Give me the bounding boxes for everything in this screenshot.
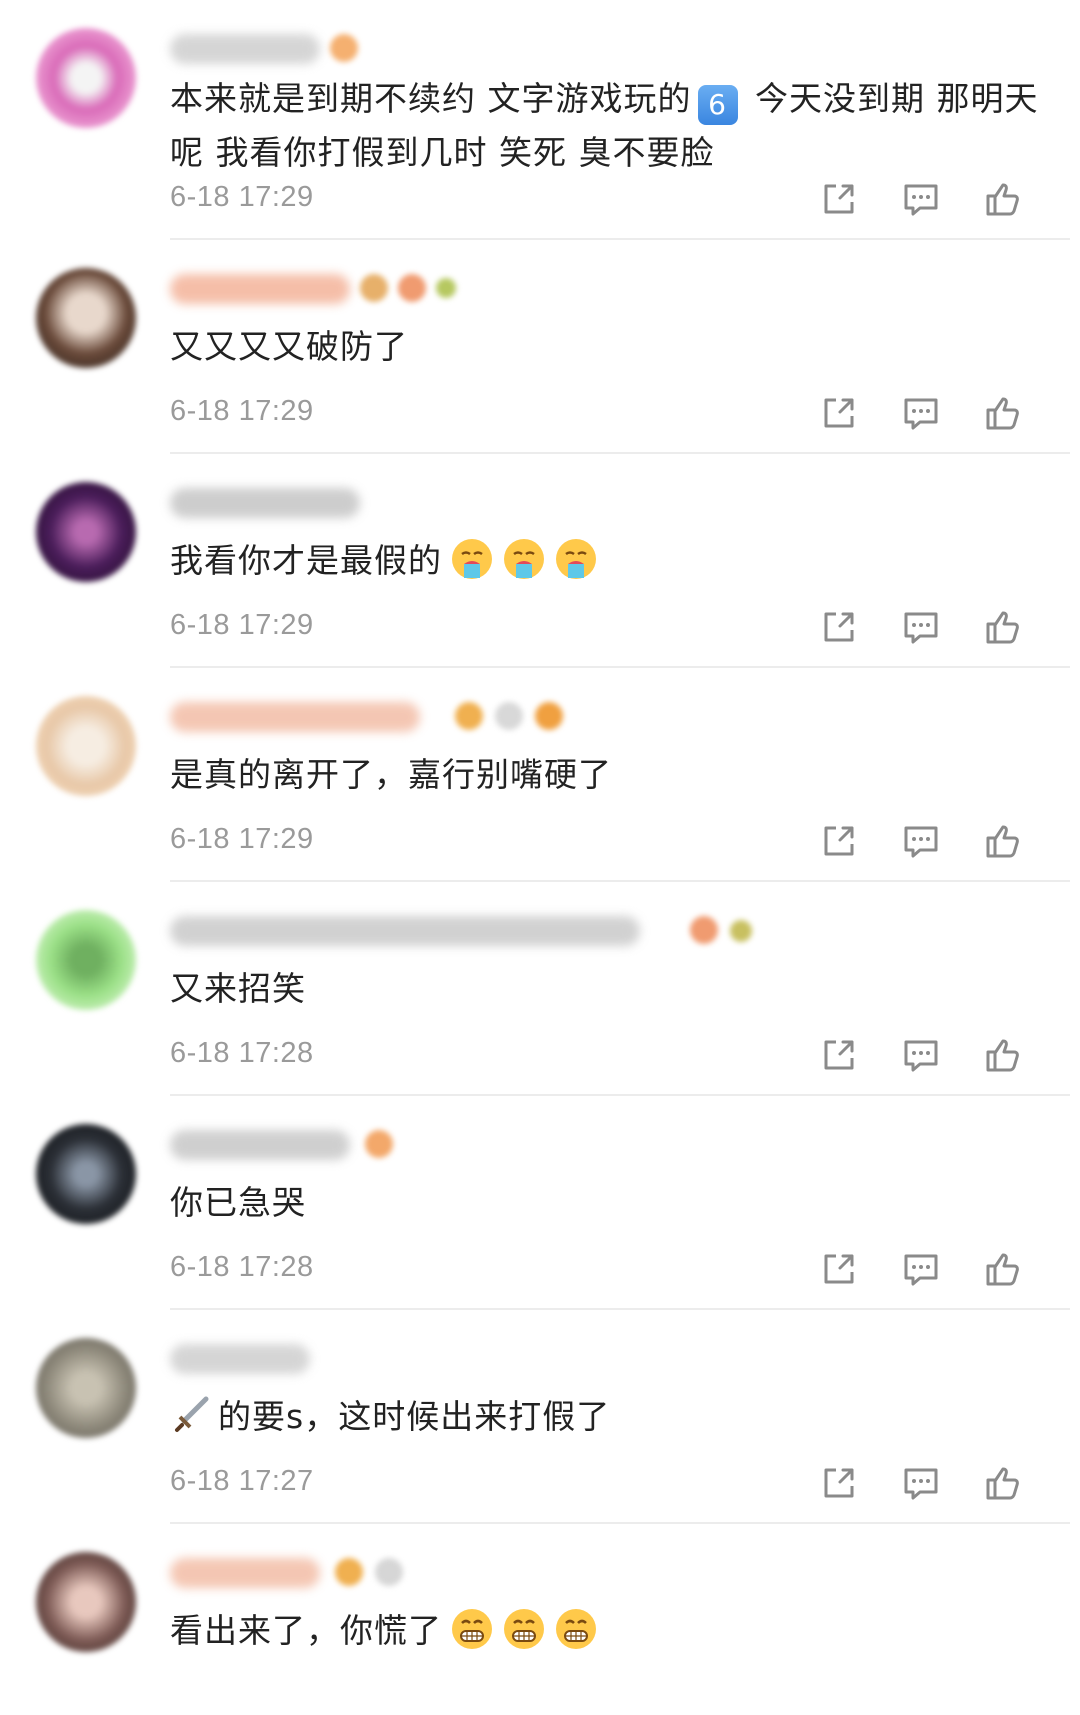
comment-icon[interactable] [900,1248,942,1290]
username-emoji [360,274,388,302]
comment-text: 我看你才是最假的 [170,534,1040,588]
like-icon[interactable] [982,820,1024,862]
comment-icon[interactable] [900,1462,942,1504]
like-icon[interactable] [982,1462,1024,1504]
username[interactable] [170,34,320,64]
comment-text: 的要s，这时候出来打假了 [170,1390,1040,1444]
comment-text: 本来就是到期不续约 文字游戏玩的 6 今天没到期 那明天呢 我看你打假到几时 笑死… [170,79,1039,172]
vomit-face-icon [556,539,596,579]
share-icon[interactable] [818,606,860,648]
avatar[interactable] [36,28,136,128]
comment-text: 是真的离开了，嘉行别嘴硬了 [170,755,612,794]
comment-actions [818,1034,1024,1076]
like-icon[interactable] [982,1248,1024,1290]
share-icon[interactable] [818,1034,860,1076]
username[interactable] [170,274,350,304]
avatar[interactable] [36,1552,136,1652]
comment-actions [818,606,1024,648]
avatar[interactable] [36,1124,136,1224]
avatar[interactable] [36,1338,136,1438]
comment-text: 又来招笑 [170,969,306,1008]
share-icon[interactable] [818,1248,860,1290]
like-icon[interactable] [982,178,1024,220]
comment-icon[interactable] [900,820,942,862]
comment-actions [818,1462,1024,1504]
comment-text: 看出来了，你慌了 [170,1604,1040,1658]
grin-face-icon [504,1609,544,1649]
grin-face-icon [556,1609,596,1649]
username[interactable] [170,916,640,946]
vomit-face-icon [504,539,544,579]
username-emoji [330,34,358,62]
comment-actions [818,1248,1024,1290]
comment-icon[interactable] [900,178,942,220]
avatar[interactable] [36,482,136,582]
comment-time: 6-18 17:28 [170,1251,314,1283]
username[interactable] [170,488,360,518]
username-emoji [495,702,523,730]
comment-time: 6-18 17:28 [170,1037,314,1069]
comment-item: 是真的离开了，嘉行别嘴硬了 6-18 17:29 [0,668,1080,882]
comment-item: 你已急哭 6-18 17:28 [0,1096,1080,1310]
comment-time: 6-18 17:29 [170,609,314,641]
share-icon[interactable] [818,1462,860,1504]
sword-icon [175,1396,209,1432]
comment-item: 又来招笑 6-18 17:28 [0,882,1080,1096]
username-emoji [535,702,563,730]
comment-item: 我看你才是最假的 6-18 17:29 [0,454,1080,668]
username-emoji [455,702,483,730]
like-icon[interactable] [982,1034,1024,1076]
username-emoji [398,274,426,302]
comment-icon[interactable] [900,392,942,434]
comment-item: 本来就是到期不续约 文字游戏玩的 6 今天没到期 那明天呢 我看你打假到几时 笑死… [0,0,1080,240]
username-emoji [365,1130,393,1158]
username[interactable] [170,1558,320,1588]
username-emoji [335,1558,363,1586]
share-icon[interactable] [818,178,860,220]
avatar[interactable] [36,696,136,796]
avatar[interactable] [36,910,136,1010]
comment-icon[interactable] [900,606,942,648]
comment-list: 本来就是到期不续约 文字游戏玩的 6 今天没到期 那明天呢 我看你打假到几时 笑死… [0,0,1080,1664]
comment-actions [818,820,1024,862]
like-icon[interactable] [982,606,1024,648]
username[interactable] [170,702,420,732]
comment-time: 6-18 17:29 [170,395,314,427]
username[interactable] [170,1344,310,1374]
username-emoji [690,916,718,944]
comment-time: 6-18 17:29 [170,823,314,855]
username-emoji [375,1558,403,1586]
avatar[interactable] [36,268,136,368]
comment-item: 又又又又破防了 6-18 17:29 [0,240,1080,454]
comment-text: 你已急哭 [170,1183,306,1222]
comment-text: 又又又又破防了 [170,327,408,366]
comment-item: 的要s，这时候出来打假了 6-18 17:27 [0,1310,1080,1524]
username-emoji [436,278,456,298]
comment-time: 6-18 17:29 [170,181,314,213]
vomit-face-icon [452,539,492,579]
username-emoji [730,920,752,942]
comment-icon[interactable] [900,1034,942,1076]
comment-item: 看出来了，你慌了 [0,1524,1080,1664]
comment-actions [818,392,1024,434]
share-icon[interactable] [818,392,860,434]
grin-face-icon [452,1609,492,1649]
comment-actions [818,178,1024,220]
username[interactable] [170,1130,350,1160]
like-icon[interactable] [982,392,1024,434]
share-icon[interactable] [818,820,860,862]
keycap-six-icon: 6 [697,85,738,125]
comment-time: 6-18 17:27 [170,1465,314,1497]
